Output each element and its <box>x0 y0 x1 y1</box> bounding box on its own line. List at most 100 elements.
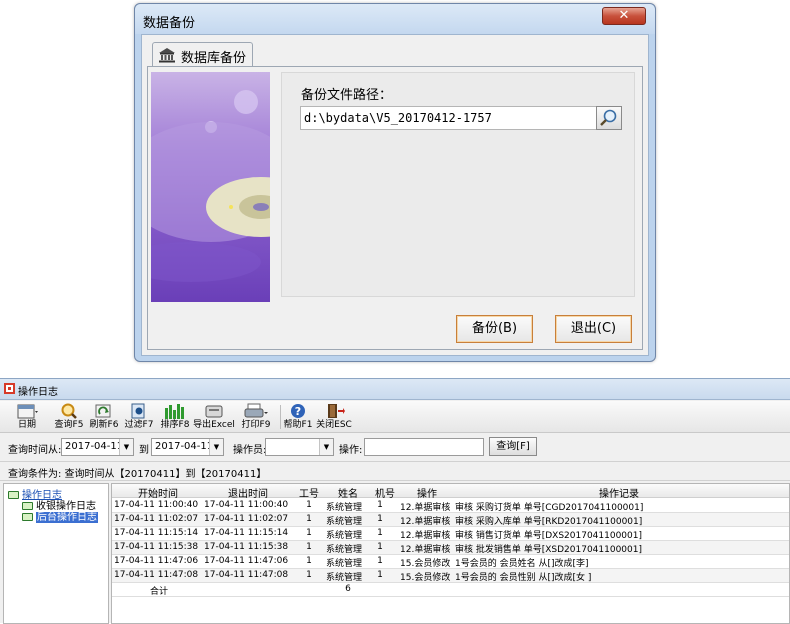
backup-dialog: 数据备份 ✕ 数据库备份 备份文件路径： d:\bydata\V5_201704… <box>134 3 656 362</box>
table-row[interactable]: 17-04-11 11:15:38 17-04-11 11:15:38 1 系统管理 1… <box>112 541 789 555</box>
header-exit-time[interactable]: 退出时间 <box>204 485 292 500</box>
toolbar-date-button[interactable]: 日期 <box>6 402 48 432</box>
close-button[interactable]: ✕ <box>602 7 646 25</box>
query-button[interactable]: 查询[F] <box>489 437 537 456</box>
backup-button[interactable]: 备份(B) <box>456 315 533 343</box>
dialog-title: 数据备份 <box>143 16 196 31</box>
table-cell: 1 <box>377 556 383 566</box>
table-cell: 12.单据审核 <box>400 517 451 527</box>
table-cell: 系统管理 <box>326 503 363 513</box>
table-cell: 17-04-11 11:47:06 <box>114 556 199 566</box>
operator-label: 操作员: <box>233 445 267 456</box>
table-cell: 17-04-11 11:15:38 <box>114 542 199 552</box>
operation-log-window: 操作日志 日期 查询F5 刷新F6 过滤F7 排序F8 导出Excel 打印F9… <box>0 378 790 624</box>
table-row[interactable]: 17-04-11 11:00:40 17-04-11 11:00:40 1 系统管理 1… <box>112 499 789 513</box>
exit-button[interactable]: 退出(C) <box>555 315 632 343</box>
operator-combo[interactable]: ▼ <box>265 438 334 456</box>
table-row[interactable]: 17-04-11 11:47:08 17-04-11 11:47:08 1 系统管理 1… <box>112 569 789 583</box>
tab-database-backup[interactable]: 数据库备份 <box>152 42 253 67</box>
filter-icon <box>131 403 145 419</box>
dialog-titlebar[interactable]: 数据备份 ✕ <box>135 4 655 34</box>
from-label: 查询时间从: <box>8 445 62 456</box>
magnifier-icon <box>600 109 617 126</box>
chevron-down-icon[interactable]: ▼ <box>119 439 133 455</box>
calendar-icon <box>17 404 38 419</box>
toolbar-help-button[interactable]: ? 帮助F1 <box>283 402 313 432</box>
header-start-time[interactable]: 开始时间 <box>112 485 204 500</box>
toolbar-date-label: 日期 <box>17 420 36 430</box>
to-label: 到 <box>139 445 149 456</box>
table-cell: 1 <box>306 500 312 510</box>
close-icon: ✕ <box>618 8 630 23</box>
path-label: 备份文件路径： <box>301 88 393 103</box>
header-operation-record[interactable]: 操作记录 <box>454 485 784 500</box>
table-cell: 1 <box>377 542 383 552</box>
toolbar-print-button[interactable]: 打印F9 <box>237 402 275 432</box>
toolbar-help-label: 帮助F1 <box>283 420 313 430</box>
chevron-down-icon[interactable]: ▼ <box>319 439 333 455</box>
condition-bar: 查询条件为: 查询时间从【20170411】到【20170411】 <box>0 461 790 481</box>
header-staff-id[interactable]: 工号 <box>292 485 326 500</box>
toolbar-refresh-label: 刷新F6 <box>89 420 119 430</box>
toolbar-filter-button[interactable]: 过滤F7 <box>122 402 156 432</box>
table-cell: 审核 采购订货单 单号[CGD2017041100001] <box>455 503 644 513</box>
table-row[interactable]: 17-04-11 11:02:07 17-04-11 11:02:07 1 系统管理 1… <box>112 513 789 527</box>
toolbar-print-label: 打印F9 <box>241 420 271 430</box>
exit-door-icon <box>328 404 345 418</box>
operation-input[interactable] <box>364 438 484 456</box>
table-cell: 1 <box>306 528 312 538</box>
table-cell: 系统管理 <box>326 545 363 555</box>
table-cell: 系统管理 <box>326 573 363 583</box>
toolbar-refresh-button[interactable]: 刷新F6 <box>88 402 120 432</box>
table-cell: 17-04-11 11:00:40 <box>114 500 199 510</box>
operation-label: 操作: <box>339 445 363 456</box>
header-machine-no[interactable]: 机号 <box>370 485 400 500</box>
table-cell: 审核 采购入库单 单号[RKD2017041100001] <box>455 517 643 527</box>
table-cell: 1号会员的 会员姓名 从[]改成[李] <box>455 559 589 569</box>
log-title: 操作日志 <box>18 387 58 398</box>
table-cell: 12.单据审核 <box>400 531 451 541</box>
toolbar-close-button[interactable]: 关闭ESC <box>316 402 352 432</box>
toolbar-separator <box>280 405 281 429</box>
table-row[interactable]: 17-04-11 11:15:14 17-04-11 11:15:14 1 系统管理 1… <box>112 527 789 541</box>
folder-icon <box>22 513 33 521</box>
export-excel-icon <box>205 405 223 418</box>
to-date-combo[interactable]: 2017-04-11 ▼ <box>151 438 224 456</box>
toolbar-sort-button[interactable]: 排序F8 <box>158 402 192 432</box>
dialog-client: 数据库备份 备份文件路径： d:\bydata\V5_20170412-1757 <box>141 34 649 356</box>
table-cell: 17-04-11 11:47:08 <box>204 570 289 580</box>
table-cell: 1 <box>377 570 383 580</box>
toolbar-close-label: 关闭ESC <box>316 420 352 430</box>
table-cell: 1 <box>377 500 383 510</box>
table-cell: 1 <box>306 570 312 580</box>
refresh-icon <box>95 404 111 418</box>
toolbar-export-label: 导出Excel <box>193 420 235 430</box>
folder-icon <box>8 491 19 499</box>
header-operation[interactable]: 操作 <box>400 485 454 500</box>
bank-building-icon <box>159 48 175 63</box>
table-cell: 17-04-11 11:02:07 <box>204 514 289 524</box>
total-count: 6 <box>345 584 351 594</box>
table-cell: 12.单据审核 <box>400 503 451 513</box>
header-name[interactable]: 姓名 <box>326 485 370 500</box>
chevron-down-icon[interactable]: ▼ <box>209 439 223 455</box>
toolbar-query-button[interactable]: 查询F5 <box>51 402 87 432</box>
decorative-cd-image <box>151 72 270 302</box>
table-cell: 1 <box>377 528 383 538</box>
from-date-combo[interactable]: 2017-04-11 ▼ <box>61 438 134 456</box>
filter-bar: 查询时间从: 2017-04-11 ▼ 到 2017-04-11 ▼ 操作员: … <box>0 435 790 461</box>
backup-path-input[interactable]: d:\bydata\V5_20170412-1757 <box>300 106 597 130</box>
tree-item-backend-log[interactable]: 后台操作日志 <box>22 508 98 523</box>
log-tree: 操作日志 收银操作日志 后台操作日志 <box>3 483 109 624</box>
toolbar-export-button[interactable]: 导出Excel <box>193 402 235 432</box>
table-row[interactable]: 17-04-11 11:47:06 17-04-11 11:47:06 1 系统管理 1… <box>112 555 789 569</box>
condition-text: 查询条件为: 查询时间从【20170411】到【20170411】 <box>8 469 267 480</box>
table-cell: 审核 销售订货单 单号[DXS2017041100001] <box>455 531 642 541</box>
tab-panel: 备份文件路径： d:\bydata\V5_20170412-1757 <box>147 66 643 350</box>
table-cell: 17-04-11 11:00:40 <box>204 500 289 510</box>
table-cell: 17-04-11 11:15:14 <box>204 528 289 538</box>
log-titlebar[interactable]: 操作日志 <box>0 379 790 400</box>
browse-button[interactable] <box>596 106 622 130</box>
table-cell: 系统管理 <box>326 559 363 569</box>
printer-icon <box>244 403 268 418</box>
